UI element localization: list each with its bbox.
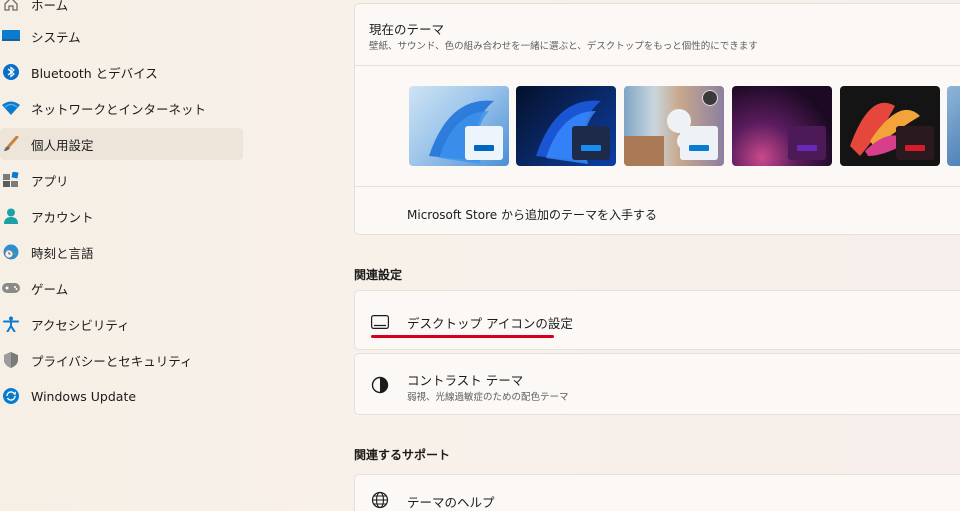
sidebar-item-label: 個人用設定 — [31, 137, 94, 153]
sidebar-item-accessibility[interactable]: アクセシビリティ — [0, 308, 243, 340]
brush-icon — [2, 135, 20, 153]
home-icon — [2, 0, 20, 13]
globe-clock-icon — [2, 243, 20, 261]
theme-preview — [572, 126, 610, 160]
theme-preview — [465, 126, 503, 160]
sidebar-item-gaming[interactable]: ゲーム — [0, 272, 243, 304]
sidebar-item-label: アカウント — [31, 209, 94, 225]
sidebar-item-label: アクセシビリティ — [31, 317, 130, 333]
theme-tile-captured-motion[interactable] — [732, 86, 832, 166]
accessibility-icon — [2, 315, 20, 333]
theme-tile-partial[interactable] — [947, 86, 960, 166]
theme-tile-glow[interactable] — [624, 86, 724, 166]
slideshow-icon — [702, 90, 718, 106]
related-settings-heading: 関連設定 — [354, 268, 403, 282]
apps-icon — [2, 171, 20, 189]
desktop-icon-settings-row[interactable]: デスクトップ アイコンの設定 — [354, 290, 960, 350]
contrast-icon — [371, 376, 389, 398]
wifi-icon — [2, 99, 20, 117]
theme-preview — [896, 126, 934, 160]
sidebar-item-label: Bluetooth とデバイス — [31, 65, 158, 81]
theme-tile-windows-dark[interactable] — [516, 86, 616, 166]
contrast-themes-title: コントラスト テーマ — [407, 373, 524, 388]
related-support-heading: 関連するサポート — [354, 448, 451, 462]
desktop-icon — [371, 314, 389, 333]
theme-help-row[interactable]: テーマのヘルプ — [354, 474, 960, 511]
sidebar-item-label: ゲーム — [31, 281, 69, 297]
system-icon — [2, 27, 20, 45]
current-theme-title: 現在のテーマ — [369, 22, 445, 37]
update-icon — [2, 387, 20, 405]
highlight-underline — [371, 335, 554, 338]
sidebar-item-label: アプリ — [31, 173, 69, 189]
sidebar-item-time-language[interactable]: 時刻と言語 — [0, 236, 243, 268]
gamepad-icon — [2, 279, 20, 297]
shield-icon — [2, 351, 20, 369]
current-theme-subtitle: 壁紙、サウンド、色の組み合わせを一緒に選ぶと、デスクトップをもっと個性的にできま… — [369, 41, 758, 52]
sidebar-item-apps[interactable]: アプリ — [0, 164, 243, 196]
theme-tile-windows-light[interactable] — [409, 86, 509, 166]
sidebar-item-system[interactable]: システム — [0, 20, 243, 52]
divider — [354, 186, 960, 187]
sidebar-item-label: システム — [31, 29, 81, 45]
sidebar-item-windows-update[interactable]: Windows Update — [0, 380, 243, 412]
sidebar-item-label: プライバシーとセキュリティ — [31, 353, 193, 369]
globe-icon — [371, 491, 389, 511]
store-themes-link[interactable]: Microsoft Store から追加のテーマを入手する — [407, 206, 657, 223]
sidebar-item-label: ホーム — [31, 0, 69, 13]
sidebar: ホーム システム Bluetooth とデバイス ネットワークとインターネット … — [0, 0, 250, 511]
sidebar-item-label: 時刻と言語 — [31, 245, 94, 261]
theme-tile-flow[interactable] — [840, 86, 940, 166]
sidebar-item-network[interactable]: ネットワークとインターネット — [0, 92, 243, 124]
sidebar-item-bluetooth[interactable]: Bluetooth とデバイス — [0, 56, 243, 88]
sidebar-item-label: ネットワークとインターネット — [31, 101, 207, 117]
contrast-themes-row[interactable]: コントラスト テーマ 弱視、光線過敏症のための配色テーマ — [354, 353, 960, 415]
sidebar-item-personalization[interactable]: 個人用設定 — [0, 128, 243, 160]
desktop-icon-settings-label: デスクトップ アイコンの設定 — [407, 316, 573, 331]
sidebar-item-label: Windows Update — [31, 388, 137, 404]
theme-preview — [680, 126, 718, 160]
account-icon — [2, 207, 20, 225]
theme-help-label: テーマのヘルプ — [407, 495, 495, 510]
sidebar-item-accounts[interactable]: アカウント — [0, 200, 243, 232]
sidebar-item-home[interactable]: ホーム — [0, 0, 243, 20]
theme-preview — [788, 126, 826, 160]
divider — [354, 65, 960, 66]
sidebar-item-privacy[interactable]: プライバシーとセキュリティ — [0, 344, 243, 376]
bluetooth-icon — [2, 63, 20, 81]
contrast-themes-subtitle: 弱視、光線過敏症のための配色テーマ — [407, 392, 569, 403]
